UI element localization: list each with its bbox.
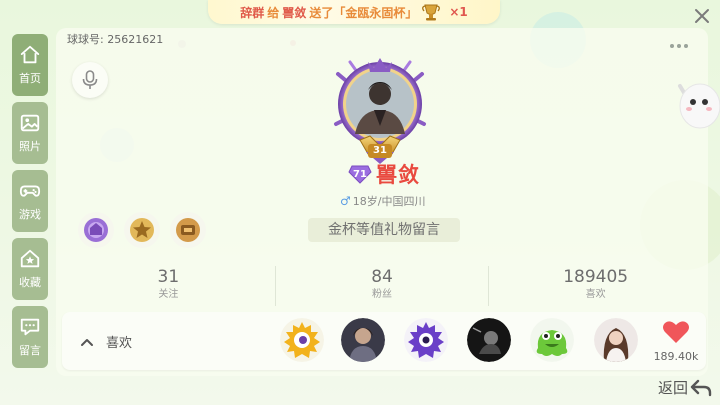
liker-avatar[interactable]	[280, 318, 324, 362]
stat-value: 84	[371, 267, 393, 287]
gamepad-icon	[19, 185, 41, 197]
liker-avatar[interactable]	[341, 318, 385, 362]
age-location: ♂ 18岁/中国四川	[340, 193, 425, 209]
user-level-badge: 31	[368, 144, 392, 158]
sidebar-item-games[interactable]: 游戏	[12, 170, 48, 232]
dark-photo-avatar-icon	[467, 318, 511, 362]
bronze-medal-icon	[176, 218, 200, 242]
likes-label: 喜欢	[106, 336, 133, 351]
stat-label: 喜欢	[585, 289, 606, 300]
like-button[interactable]: 189.40k	[652, 320, 700, 363]
gift-sent-text: 送了「金瓯永固杯」	[309, 5, 418, 20]
vip-level-text: 71	[353, 168, 367, 180]
username-row: 71 嘼敛	[348, 160, 420, 188]
voice-intro-button[interactable]	[72, 62, 108, 98]
stats-bar: 31 关注 84 粉丝 189405 喜欢	[62, 266, 702, 306]
girl-photo-avatar-icon	[594, 318, 638, 362]
sidebar-item-label: 游戏	[19, 208, 41, 221]
golden-cup-icon	[420, 2, 442, 22]
stat-likes[interactable]: 189405 喜欢	[488, 266, 702, 306]
star-house-icon	[20, 249, 40, 268]
liker-avatar[interactable]	[467, 318, 511, 362]
purple-monster-avatar-icon	[404, 318, 448, 362]
sidebar-item-label: 照片	[19, 140, 41, 153]
stat-label: 关注	[158, 289, 179, 300]
sidebar-item-label: 收藏	[19, 276, 41, 289]
liker-avatar[interactable]	[404, 318, 448, 362]
liker-avatar[interactable]	[594, 318, 638, 362]
sidebar-nav: 首页 照片 游戏 收藏 留言	[12, 34, 48, 374]
age-location-text: 18岁/中国四川	[352, 195, 426, 208]
like-count: 189.40k	[653, 350, 699, 363]
medal-item[interactable]	[170, 212, 206, 248]
photo-icon	[20, 114, 40, 132]
user-id-label: 球球号: 25621621	[67, 33, 164, 46]
gift-give-word: 给	[267, 5, 280, 20]
gold-star-medal-icon	[130, 218, 154, 242]
sidebar-item-favorites[interactable]: 收藏	[12, 238, 48, 300]
medal-item[interactable]	[78, 212, 114, 248]
back-button[interactable]: 返回	[658, 377, 712, 398]
green-monster-avatar-icon	[530, 318, 574, 362]
more-dot-icon	[670, 44, 674, 48]
person-photo-avatar-icon	[341, 318, 385, 362]
likes-collapse-toggle[interactable]: 喜欢	[80, 332, 132, 351]
mascot-decoration	[674, 78, 720, 134]
stat-fans[interactable]: 84 粉丝	[274, 266, 489, 306]
yellow-monster-avatar-icon	[280, 318, 324, 362]
purple-medal-icon	[84, 218, 108, 242]
stat-value: 189405	[563, 267, 629, 287]
heart-icon	[663, 321, 689, 343]
white-creature-icon	[678, 83, 720, 129]
liker-avatar[interactable]	[530, 318, 574, 362]
vip-level-badge: 71	[348, 164, 372, 184]
sidebar-item-label: 首页	[19, 72, 41, 85]
sidebar-item-home[interactable]: 首页	[12, 34, 48, 96]
return-arrow-icon	[690, 379, 712, 396]
gift-notification-banner: 辞群 给 嘼敛 送了「金瓯永固杯」 ×1	[208, 0, 500, 24]
stat-following[interactable]: 31 关注	[62, 266, 275, 306]
gift-message-button[interactable]: 金杯等值礼物留言	[308, 218, 460, 242]
stat-label: 粉丝	[372, 289, 392, 300]
close-button[interactable]	[692, 6, 712, 26]
gift-count: ×1	[449, 5, 468, 19]
stat-value: 31	[157, 267, 180, 287]
sidebar-item-label: 留言	[19, 344, 41, 357]
username: 嘼敛	[376, 163, 420, 187]
gift-sender: 辞群	[240, 5, 265, 20]
male-icon: ♂	[340, 194, 351, 208]
home-icon	[20, 45, 40, 64]
back-label: 返回	[658, 379, 689, 397]
chevron-up-icon	[81, 338, 93, 346]
medal-item[interactable]	[124, 212, 160, 248]
chat-icon	[20, 318, 40, 336]
more-dot-icon	[684, 44, 688, 48]
medal-list	[78, 212, 206, 248]
close-icon	[695, 9, 709, 23]
more-options-button[interactable]	[670, 40, 694, 52]
sidebar-item-messages[interactable]: 留言	[12, 306, 48, 368]
sidebar-item-photos[interactable]: 照片	[12, 102, 48, 164]
gift-receiver: 嘼敛	[282, 5, 307, 20]
more-dot-icon	[677, 44, 681, 48]
microphone-icon	[82, 70, 98, 89]
